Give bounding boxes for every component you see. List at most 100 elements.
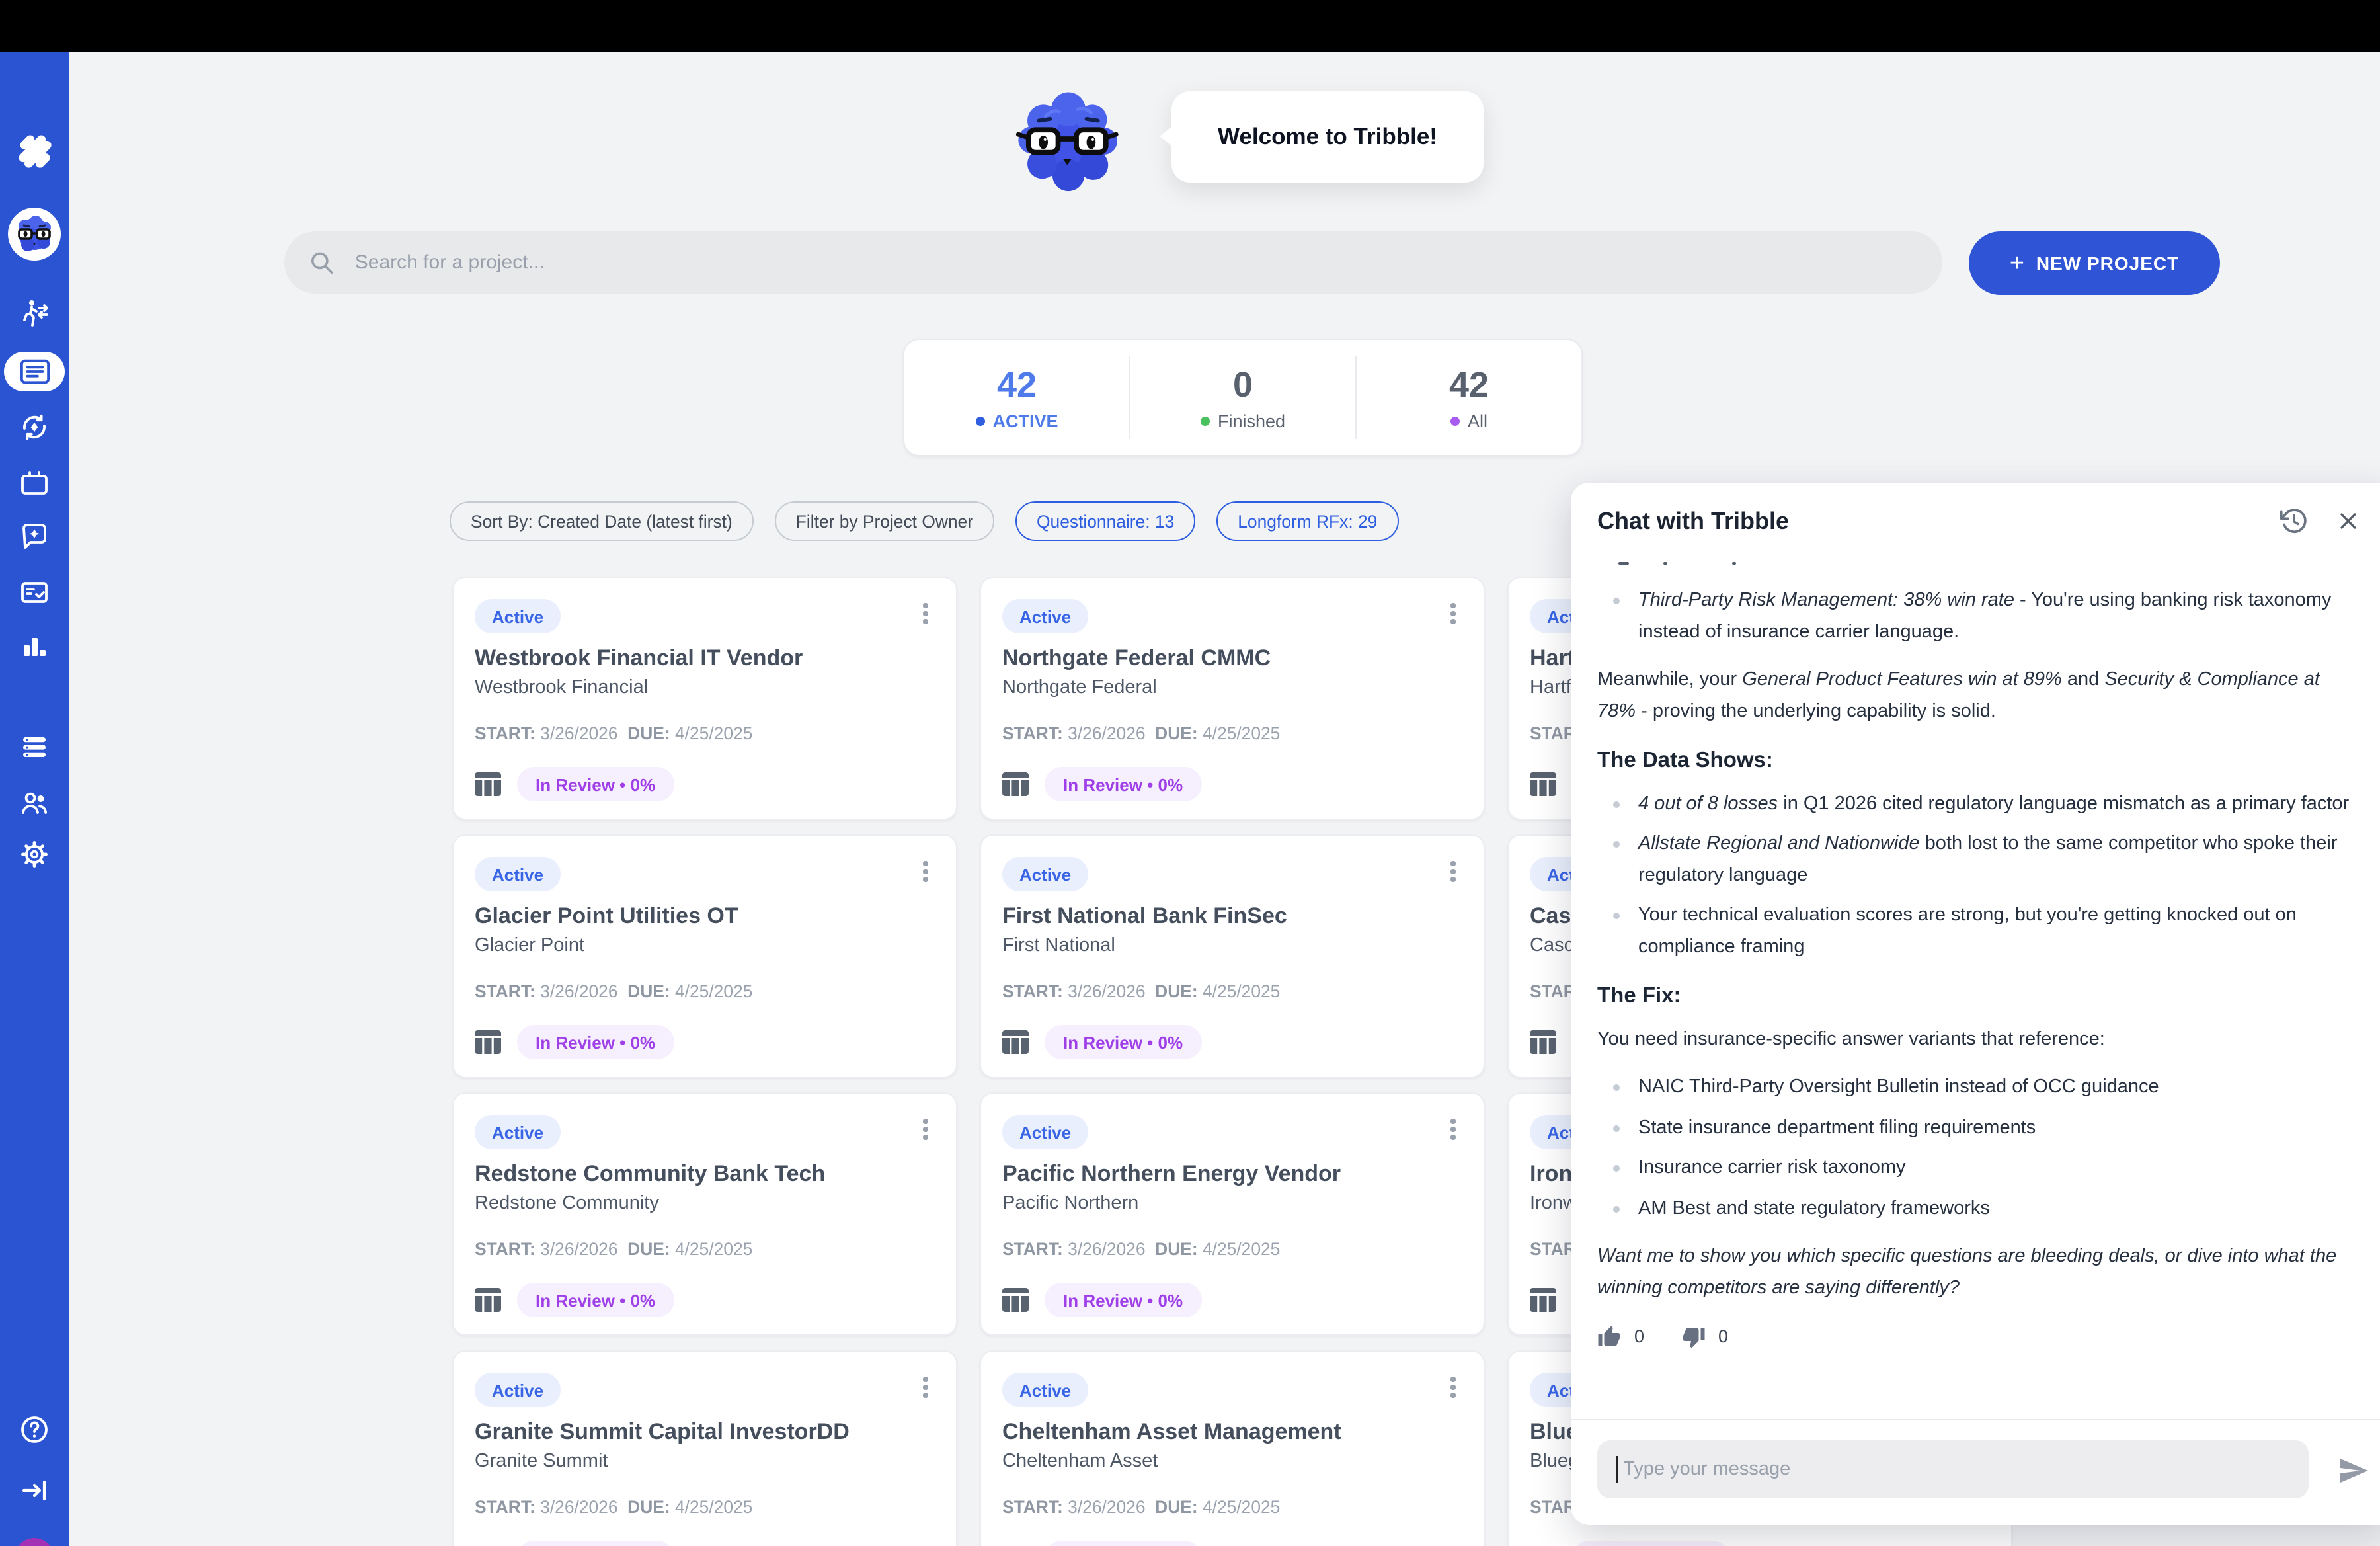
close-icon[interactable] bbox=[2335, 508, 2361, 534]
search-input[interactable] bbox=[352, 250, 1919, 275]
project-client: First National bbox=[1002, 935, 1462, 956]
kebab-menu-icon[interactable] bbox=[1441, 1115, 1465, 1144]
table-view-icon[interactable] bbox=[1002, 1288, 1029, 1312]
active-dot bbox=[975, 416, 984, 425]
data-stack-icon[interactable] bbox=[19, 731, 50, 763]
progress-badge: In Review • 0% bbox=[517, 767, 674, 801]
project-client: Westbrook Financial bbox=[475, 677, 935, 698]
project-card[interactable]: Active Glacier Point Utilities OT Glacie… bbox=[452, 834, 957, 1078]
project-dates: START: 3/26/2026 DUE: 4/25/2025 bbox=[475, 1497, 935, 1517]
tribble-logo-icon[interactable] bbox=[11, 127, 58, 175]
chat-bullet-item: Allstate Regional and Nationwide both lo… bbox=[1597, 829, 2361, 891]
history-icon[interactable] bbox=[2280, 507, 2309, 536]
kebab-menu-icon[interactable] bbox=[1441, 599, 1465, 628]
collapse-logout-icon[interactable] bbox=[19, 1475, 50, 1506]
project-dates: START: 3/26/2026 DUE: 4/25/2025 bbox=[475, 1239, 935, 1259]
chat-input-row bbox=[1571, 1419, 2380, 1525]
stat-active[interactable]: 42 ACTIVE bbox=[904, 340, 1129, 455]
workspace-tray-icon[interactable] bbox=[19, 467, 50, 499]
longform-rfx-chip[interactable]: Longform RFx: 29 bbox=[1216, 501, 1398, 541]
project-client: Glacier Point bbox=[475, 935, 935, 956]
project-card[interactable]: Active Redstone Community Bank Tech Reds… bbox=[452, 1092, 957, 1336]
project-dates: START: 3/26/2026 DUE: 4/25/2025 bbox=[1002, 1497, 1462, 1517]
status-badge: Active bbox=[1002, 857, 1088, 891]
chat-section-heading: The Fix: bbox=[1597, 981, 2361, 1012]
chat-paragraph: You need insurance-specific answer varia… bbox=[1597, 1024, 2361, 1055]
status-badge: Active bbox=[1002, 1115, 1088, 1149]
chat-sparkle-icon[interactable] bbox=[19, 521, 50, 553]
sidebar-item-projects-active[interactable] bbox=[4, 352, 65, 391]
chat-bullet-item: NAIC Third-Party Oversight Bulletin inst… bbox=[1597, 1073, 2361, 1104]
help-icon[interactable] bbox=[19, 1414, 50, 1445]
thumbs-up-icon[interactable] bbox=[1597, 1325, 1621, 1349]
chat-message-input[interactable] bbox=[1620, 1457, 2290, 1481]
search-icon bbox=[308, 248, 337, 277]
questionnaire-chip[interactable]: Questionnaire: 13 bbox=[1015, 501, 1195, 541]
kebab-menu-icon[interactable] bbox=[914, 599, 937, 628]
project-title: Cheltenham Asset Management bbox=[1002, 1419, 1462, 1445]
sort-by-chip[interactable]: Sort By: Created Date (latest first) bbox=[450, 501, 754, 541]
chat-bullet-item: State insurance department filing requir… bbox=[1597, 1113, 2361, 1144]
table-view-icon[interactable] bbox=[1002, 1030, 1029, 1054]
analytics-bars-icon[interactable] bbox=[19, 631, 50, 663]
kebab-menu-icon[interactable] bbox=[914, 1115, 937, 1144]
progress-badge: In Review • 0% bbox=[1045, 1541, 1201, 1546]
table-view-icon[interactable] bbox=[1530, 772, 1556, 796]
project-dates: START: 3/26/2026 DUE: 4/25/2025 bbox=[1002, 1239, 1462, 1259]
table-view-icon[interactable] bbox=[1530, 1030, 1556, 1054]
user-avatar[interactable]: TK bbox=[15, 1538, 54, 1546]
top-black-bar bbox=[0, 0, 2380, 52]
table-view-icon[interactable] bbox=[1002, 772, 1029, 796]
project-client: Pacific Northern bbox=[1002, 1193, 1462, 1214]
finished-dot bbox=[1201, 416, 1210, 425]
project-dates: START: 3/26/2026 DUE: 4/25/2025 bbox=[475, 723, 935, 743]
chat-paragraph: Want me to show you which specific quest… bbox=[1597, 1242, 2361, 1304]
progress-badge: In Review • 0% bbox=[1572, 1541, 1729, 1546]
project-card[interactable]: Active Northgate Federal CMMC Northgate … bbox=[980, 577, 1485, 820]
status-badge: Active bbox=[1002, 599, 1088, 633]
sidebar: TK bbox=[0, 52, 69, 1546]
project-card[interactable]: Active First National Bank FinSec First … bbox=[980, 834, 1485, 1078]
kebab-menu-icon[interactable] bbox=[914, 857, 937, 886]
project-card[interactable]: Active Westbrook Financial IT Vendor Wes… bbox=[452, 577, 957, 820]
project-card[interactable]: Active Granite Summit Capital InvestorDD… bbox=[452, 1350, 957, 1546]
table-view-icon[interactable] bbox=[475, 772, 501, 796]
project-search bbox=[284, 231, 1942, 294]
project-title: Glacier Point Utilities OT bbox=[475, 903, 935, 930]
project-client: Granite Summit bbox=[475, 1451, 935, 1472]
team-members-icon[interactable] bbox=[19, 787, 50, 819]
table-view-icon[interactable] bbox=[475, 1030, 501, 1054]
progress-badge: In Review • 0% bbox=[517, 1541, 674, 1546]
settings-gear-icon[interactable] bbox=[19, 838, 50, 870]
onboarding-walkthrough-icon[interactable] bbox=[19, 298, 50, 329]
review-checklist-icon[interactable] bbox=[19, 577, 50, 608]
feedback-row: 00 bbox=[1597, 1321, 2361, 1352]
table-view-icon[interactable] bbox=[475, 1288, 501, 1312]
progress-badge: In Review • 0% bbox=[1045, 1025, 1201, 1059]
kebab-menu-icon[interactable] bbox=[1441, 1373, 1465, 1402]
welcome-text: Welcome to Tribble! bbox=[1218, 123, 1437, 151]
stat-finished[interactable]: 0 Finished bbox=[1130, 340, 1355, 455]
filter-owner-chip[interactable]: Filter by Project Owner bbox=[775, 501, 994, 541]
project-title: Westbrook Financial IT Vendor bbox=[475, 645, 935, 672]
table-view-icon[interactable] bbox=[1530, 1288, 1556, 1312]
stat-all[interactable]: 42 All bbox=[1357, 340, 1581, 455]
chat-title: Chat with Tribble bbox=[1597, 507, 1789, 535]
send-icon[interactable] bbox=[2338, 1455, 2369, 1486]
project-card[interactable]: Active Cheltenham Asset Management Chelt… bbox=[980, 1350, 1485, 1546]
kebab-menu-icon[interactable] bbox=[914, 1373, 937, 1402]
project-card[interactable]: Active Pacific Northern Energy Vendor Pa… bbox=[980, 1092, 1485, 1336]
thumbs-down-icon[interactable] bbox=[1681, 1325, 1705, 1349]
project-dates: START: 3/26/2026 DUE: 4/25/2025 bbox=[1002, 723, 1462, 743]
mascot-avatar-icon[interactable] bbox=[8, 208, 61, 261]
kebab-menu-icon[interactable] bbox=[1441, 857, 1465, 886]
status-badge: Active bbox=[475, 599, 561, 633]
chat-paragraph: Meanwhile, your General Product Features… bbox=[1597, 665, 2361, 727]
new-project-button[interactable]: + NEW PROJECT bbox=[1969, 231, 2220, 295]
chat-input-box[interactable] bbox=[1597, 1440, 2309, 1498]
project-title: First National Bank FinSec bbox=[1002, 903, 1462, 930]
sync-sparkle-icon[interactable] bbox=[19, 411, 50, 443]
plus-icon: + bbox=[2010, 251, 2024, 276]
status-badge: Active bbox=[475, 1115, 561, 1149]
text-cursor bbox=[1616, 1456, 1618, 1483]
